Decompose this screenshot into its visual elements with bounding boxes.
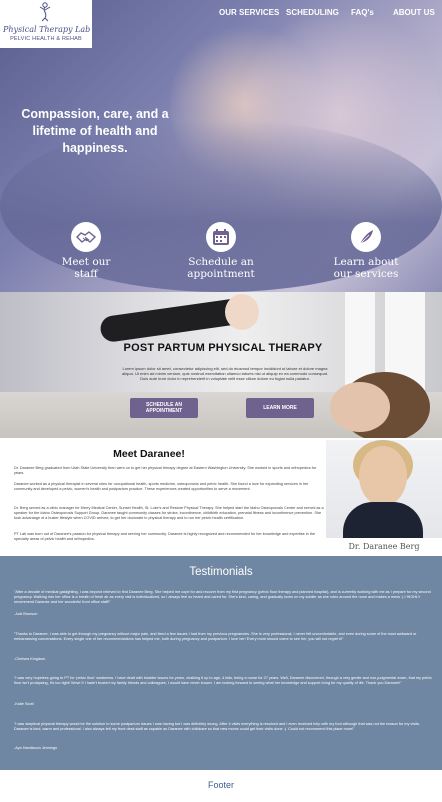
feature-schedule-label: Schedule an appointment xyxy=(187,256,255,280)
baby-image xyxy=(225,294,259,330)
testimonial-quote: "Thanks to Daranee, I was able to get th… xyxy=(14,632,417,641)
learn-more-button[interactable]: LEARN MORE xyxy=(246,398,314,418)
photo-body xyxy=(343,502,423,538)
photo-caption: Dr. Daranee Berg xyxy=(326,538,442,556)
meet-paragraph: Dr. Daranee Berg graduated from Utah Sta… xyxy=(14,466,317,475)
calendar-icon xyxy=(206,222,236,252)
feature-services[interactable]: Learn about our services xyxy=(306,222,426,280)
meet-paragraph: Dr. Berg served as a clinic manager for … xyxy=(14,506,324,520)
testimonial-author: -Chelsea Kingdom xyxy=(14,657,46,661)
meet-title: Meet Daranee! xyxy=(113,448,185,460)
meet-paragraph: PT Lab was born out of Daranee's passion… xyxy=(14,532,316,541)
feature-services-label: Learn about our services xyxy=(333,256,399,280)
nav-our-services[interactable]: OUR SERVICES xyxy=(219,8,279,17)
photo-face xyxy=(359,446,407,506)
schedule-appointment-button[interactable]: SCHEDULE AN APPOINTMENT xyxy=(130,398,198,418)
testimonials-section: Testimonials "After a decade of medical … xyxy=(0,556,442,770)
testimonial-quote: "After a decade of medical gaslighting, … xyxy=(14,590,431,604)
testimonial-author: -Ayo Hamilsoon Jennings xyxy=(14,746,57,750)
postpartum-title: POST PARTUM PHYSICAL THERAPY xyxy=(123,342,323,354)
testimonial-quote: "I was very hopeless going to PT for 'pe… xyxy=(14,676,432,685)
hero-tagline: Compassion, care, and a lifetime of heal… xyxy=(21,107,169,155)
testimonial-quote: "I was skeptical physical therapy would … xyxy=(14,722,420,731)
handshake-icon xyxy=(71,222,101,252)
brand-logo[interactable]: Physical Therapy Lab PELVIC HEALTH & REH… xyxy=(0,0,92,48)
feature-schedule[interactable]: Schedule an appointment xyxy=(161,222,281,280)
brand-subtitle: PELVIC HEALTH & REHAB xyxy=(10,36,82,42)
main-nav: OUR SERVICES SCHEDULING FAQ's ABOUT US xyxy=(210,8,438,20)
nav-faqs[interactable]: FAQ's xyxy=(351,8,374,17)
testimonial-author: -Katie Scott xyxy=(14,702,34,706)
feature-meet-staff[interactable]: Meet our staff xyxy=(26,222,146,280)
nav-about-us[interactable]: ABOUT US xyxy=(393,8,435,17)
brand-name: Physical Therapy Lab xyxy=(3,25,91,34)
footer-label: Footer xyxy=(207,780,234,790)
testimonials-title: Testimonials xyxy=(189,566,253,578)
logo-figure-icon xyxy=(39,2,51,22)
testimonial-author: -Jodi Bronson xyxy=(14,612,38,616)
mother-face-image xyxy=(330,382,390,432)
daranee-photo xyxy=(326,440,442,538)
feature-meet-staff-label: Meet our staff xyxy=(61,256,111,280)
postpartum-description: Lorem ipsum dolor sit amet, consectetur … xyxy=(122,366,328,381)
feather-icon xyxy=(351,222,381,252)
postpartum-section xyxy=(0,292,442,438)
nav-scheduling[interactable]: SCHEDULING xyxy=(286,8,339,17)
meet-paragraph: Daranee worked as a physical therapist i… xyxy=(14,482,309,491)
